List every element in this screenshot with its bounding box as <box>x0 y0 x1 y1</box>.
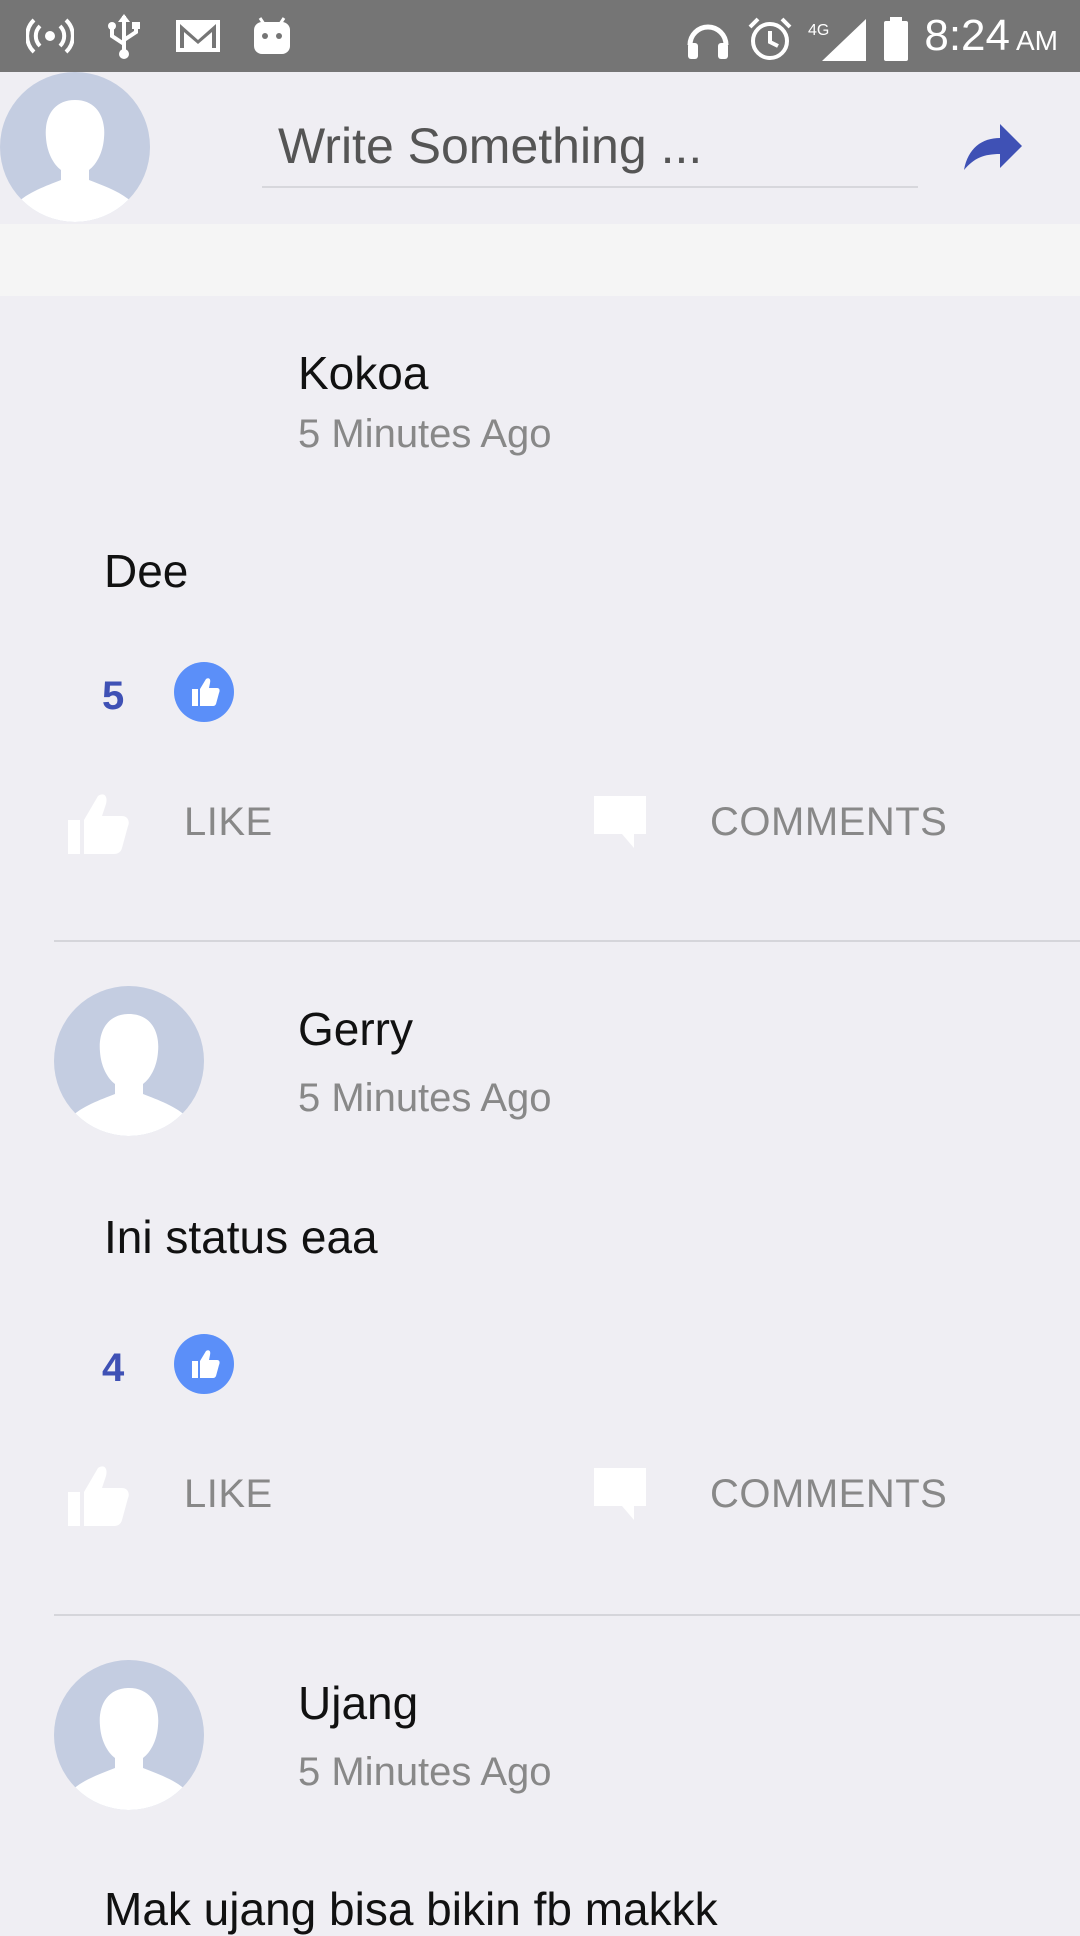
like-count: 4 <box>102 1346 125 1390</box>
person-silhouette-icon <box>16 100 134 222</box>
post-card: Kokoa 5 Minutes Ago Dee 5 LIKE COMMENTS <box>0 296 1080 942</box>
post-card: Ujang 5 Minutes Ago Mak ujang bisa bikin… <box>0 1616 1080 1935</box>
like-button[interactable]: LIKE <box>66 790 273 854</box>
comment-icon <box>594 796 646 848</box>
like-label: LIKE <box>184 1471 273 1516</box>
user-avatar[interactable] <box>0 72 150 222</box>
signal-icon: 4G <box>808 18 867 61</box>
clock: 8:24 AM <box>924 8 1058 69</box>
comments-label: COMMENTS <box>710 1471 948 1516</box>
post-composer <box>0 72 1080 224</box>
person-silhouette-icon <box>70 1688 188 1810</box>
post-text: Ini status eaa <box>104 1211 378 1263</box>
post-card: Gerry 5 Minutes Ago Ini status eaa 4 LIK… <box>0 942 1080 1616</box>
like-count: 5 <box>102 674 125 718</box>
status-bar: 4G 8:24 AM <box>0 0 1080 72</box>
post-timestamp: 5 Minutes Ago <box>298 1750 552 1794</box>
gmail-icon <box>176 20 220 52</box>
thumbs-up-icon <box>68 794 129 854</box>
like-badge-icon <box>174 662 234 722</box>
post-text: Mak ujang bisa bikin fb makkk <box>104 1883 718 1935</box>
like-label: LIKE <box>184 799 273 844</box>
headset-icon <box>687 24 729 59</box>
android-icon <box>254 17 290 54</box>
alarm-icon <box>748 17 792 60</box>
comments-button[interactable]: COMMENTS <box>592 1462 947 1526</box>
battery-icon <box>884 16 909 61</box>
like-badge-icon <box>174 1334 234 1394</box>
person-silhouette-icon <box>70 1014 188 1136</box>
comments-label: COMMENTS <box>710 799 948 844</box>
usb-icon <box>108 14 140 59</box>
post-avatar[interactable] <box>54 986 204 1136</box>
post-text: Dee <box>104 545 189 597</box>
thumbs-up-icon <box>68 1466 129 1526</box>
post-timestamp: 5 Minutes Ago <box>298 1076 552 1120</box>
comments-button[interactable]: COMMENTS <box>592 790 947 854</box>
post-author[interactable]: Ujang <box>298 1676 418 1730</box>
network-type: 4G <box>808 22 829 39</box>
clock-time: 8:24 <box>924 11 1010 60</box>
post-avatar[interactable] <box>54 1660 204 1810</box>
hotspot-icon <box>26 18 74 54</box>
write-something-input[interactable] <box>262 106 918 188</box>
clock-ampm: AM <box>1016 25 1058 56</box>
share-icon[interactable] <box>960 118 1024 174</box>
comment-icon <box>594 1468 646 1520</box>
post-timestamp: 5 Minutes Ago <box>298 412 552 456</box>
post-author[interactable]: Kokoa <box>298 346 428 400</box>
like-button[interactable]: LIKE <box>66 1462 273 1526</box>
post-author[interactable]: Gerry <box>298 1002 413 1056</box>
composer-separator <box>0 224 1080 296</box>
